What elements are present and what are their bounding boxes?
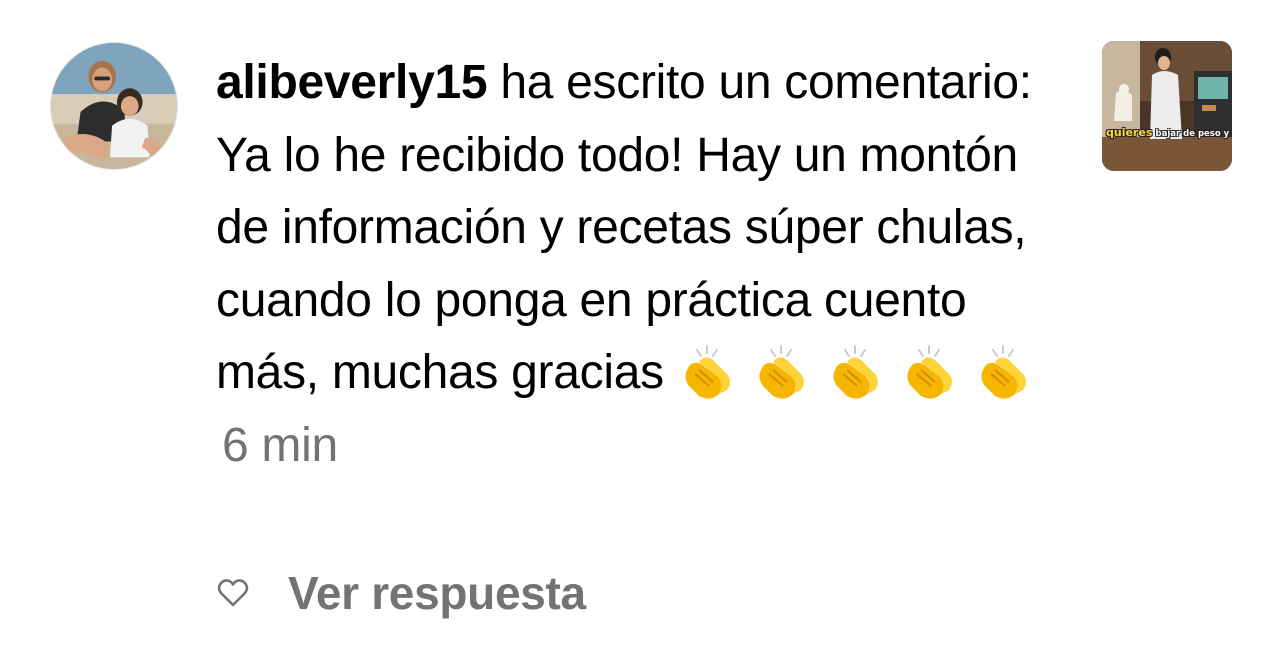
heart-outline-icon[interactable] (216, 576, 250, 610)
comment-body: alibeverly15 ha escrito un comentario: Y… (216, 47, 1066, 482)
view-reply-button[interactable]: Ver respuesta (288, 566, 586, 620)
caption-highlight: quieres (1106, 126, 1153, 139)
clapping-hands-icon (825, 342, 885, 402)
comment-timestamp: 6 min (222, 418, 338, 472)
comment-actions: Ver respuesta (216, 565, 586, 621)
clapping-hands-icon (973, 342, 1033, 402)
caption-text: bajar de peso y (1155, 129, 1230, 139)
post-thumbnail-image (1102, 41, 1232, 171)
commenter-avatar[interactable] (50, 42, 178, 170)
clapping-hands-icon (677, 342, 737, 402)
username-link[interactable]: alibeverly15 (216, 56, 488, 109)
thumbnail-caption: quieres bajar de peso y (1106, 127, 1230, 140)
clapping-hands-icon (899, 342, 959, 402)
avatar-photo (51, 43, 177, 169)
clapping-hands-icon (751, 342, 811, 402)
post-thumbnail[interactable]: quieres bajar de peso y (1102, 41, 1232, 171)
